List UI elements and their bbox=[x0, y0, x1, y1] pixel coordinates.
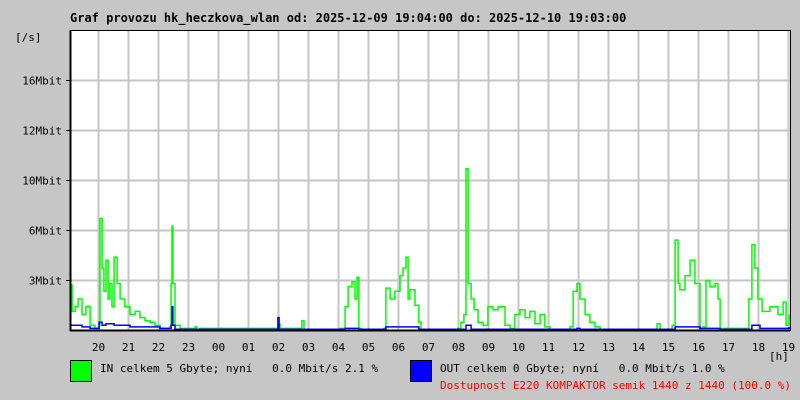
y-tick-label: 3Mbit bbox=[29, 275, 62, 288]
x-tick-label: 17 bbox=[722, 341, 735, 354]
x-tick-label: 05 bbox=[362, 341, 375, 354]
x-tick-label: 04 bbox=[332, 341, 346, 354]
availability-text: Dostupnost E220 KOMPAKTOR semik 1440 z 1… bbox=[440, 379, 791, 392]
y-axis-unit: [/s] bbox=[15, 31, 42, 44]
x-tick-label: 02 bbox=[272, 341, 285, 354]
x-tick-label: 07 bbox=[422, 341, 435, 354]
x-tick-label: 23 bbox=[182, 341, 195, 354]
x-tick-label: 22 bbox=[152, 341, 165, 354]
x-tick-label: 06 bbox=[392, 341, 405, 354]
x-tick-label: 18 bbox=[752, 341, 765, 354]
x-tick-label: 00 bbox=[212, 341, 225, 354]
x-tick-label: 10 bbox=[512, 341, 525, 354]
x-tick-label: 13 bbox=[602, 341, 615, 354]
y-tick-label: 10Mbit bbox=[22, 175, 62, 188]
x-tick-label: 16 bbox=[692, 341, 705, 354]
x-tick-label: 12 bbox=[572, 341, 585, 354]
legend-in-swatch bbox=[70, 360, 92, 382]
y-tick-label: 12Mbit bbox=[22, 125, 62, 138]
legend-in-text: IN celkem 5 Gbyte; nyní 0.0 Mbit/s 2.1 % bbox=[100, 362, 379, 375]
x-tick-label: 15 bbox=[662, 341, 675, 354]
y-tick-label: 6Mbit bbox=[29, 225, 62, 238]
x-tick-label: 08 bbox=[452, 341, 465, 354]
x-tick-label: 14 bbox=[632, 341, 646, 354]
legend-out-swatch bbox=[410, 360, 432, 382]
x-tick-label: 19 bbox=[782, 341, 795, 354]
y-tick-label: 16Mbit bbox=[22, 75, 62, 88]
x-tick-label: 21 bbox=[122, 341, 135, 354]
x-tick-label: 03 bbox=[302, 341, 315, 354]
traffic-chart: [/s] [h] 3Mbit6Mbit10Mbit12Mbit16Mbit 20… bbox=[15, 30, 795, 363]
x-tick-label: 09 bbox=[482, 341, 495, 354]
legend-out-text: OUT celkem 0 Gbyte; nyní 0.0 Mbit/s 1.0 … bbox=[440, 362, 725, 375]
x-tick-label: 01 bbox=[242, 341, 255, 354]
x-tick-label: 20 bbox=[92, 341, 105, 354]
x-tick-label: 11 bbox=[542, 341, 555, 354]
